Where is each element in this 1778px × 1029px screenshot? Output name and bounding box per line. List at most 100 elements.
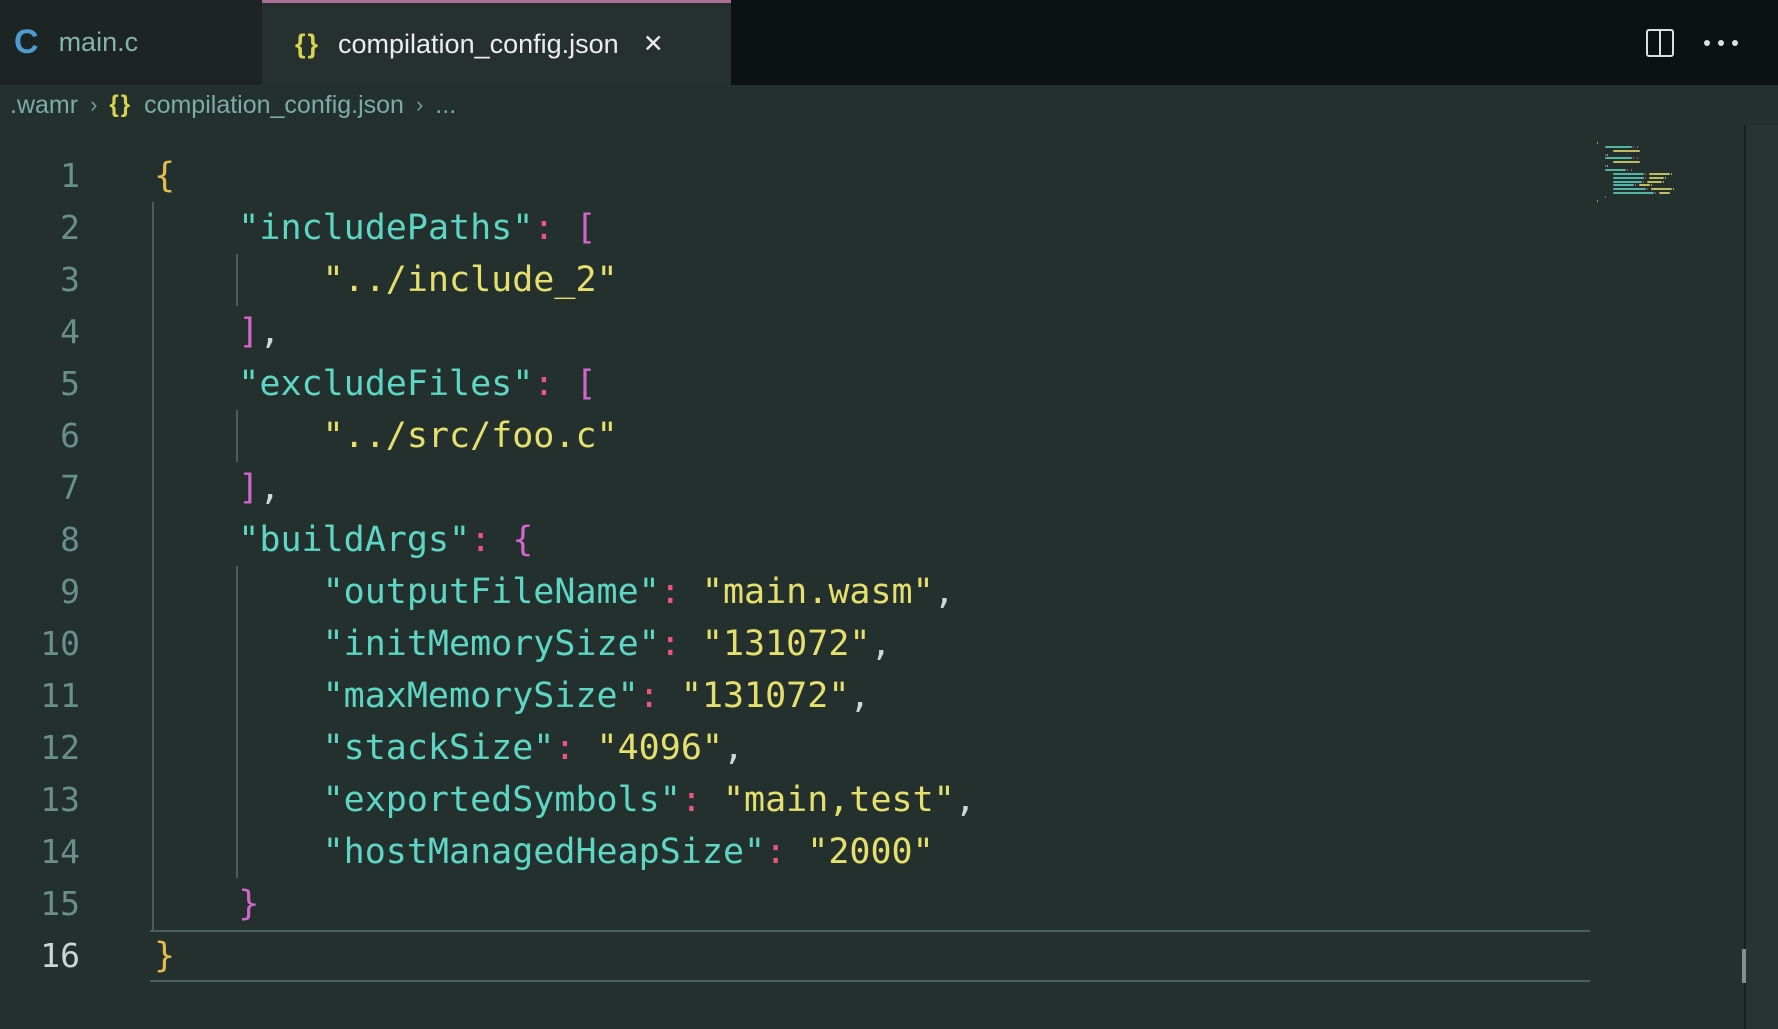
json-braces-icon: {}: [295, 29, 320, 60]
code-text[interactable]: "includePaths": [: [154, 202, 597, 254]
minimap-line: [1607, 154, 1608, 156]
code-text[interactable]: "../src/foo.c": [154, 410, 618, 462]
token-b2: ]: [238, 468, 259, 508]
token-ws: [681, 624, 702, 664]
code-line[interactable]: 1{: [0, 150, 1778, 202]
token-str: "../include_2": [323, 260, 618, 300]
code-line[interactable]: 7 ],: [0, 462, 1778, 514]
code-text[interactable]: ],: [154, 462, 280, 514]
minimap-line: [1637, 146, 1638, 148]
token-b2: }: [238, 884, 259, 924]
minimap-line: [1665, 177, 1666, 179]
minimap-line: [1639, 184, 1650, 186]
token-str: "131072": [681, 676, 850, 716]
code-line[interactable]: 11 "maxMemorySize": "131072",: [0, 670, 1778, 722]
minimap-line: [1671, 173, 1672, 175]
code-text[interactable]: "outputFileName": "main.wasm",: [154, 566, 955, 618]
minimap-line: [1631, 169, 1632, 171]
code-line[interactable]: 9 "outputFileName": "main.wasm",: [0, 566, 1778, 618]
token-pun: :: [660, 624, 681, 664]
code-line[interactable]: 16}: [0, 930, 1778, 982]
code-text[interactable]: ],: [154, 306, 280, 358]
code-line[interactable]: 8 "buildArgs": {: [0, 514, 1778, 566]
code-line[interactable]: 12 "stackSize": "4096",: [0, 722, 1778, 774]
token-key: "excludeFiles": [238, 364, 533, 404]
token-ws: [154, 312, 238, 352]
token-ws: [154, 832, 323, 872]
minimap-line: [1651, 188, 1672, 190]
code-text[interactable]: "stackSize": "4096",: [154, 722, 744, 774]
code-text[interactable]: {: [154, 150, 175, 202]
tab-main-c[interactable]: C main.c: [0, 0, 262, 85]
tab-label: main.c: [59, 27, 139, 58]
token-com: ,: [259, 312, 280, 352]
line-number: 7: [0, 462, 80, 514]
code-line[interactable]: 6 "../src/foo.c": [0, 410, 1778, 462]
split-editor-icon[interactable]: [1646, 29, 1674, 57]
scrollbar-gutter[interactable]: [1746, 125, 1778, 1029]
token-com: ,: [259, 468, 280, 508]
line-number: 5: [0, 358, 80, 410]
token-pun: :: [554, 728, 575, 768]
token-b1: }: [154, 936, 175, 976]
code-text[interactable]: "exportedSymbols": "main,test",: [154, 774, 976, 826]
code-text[interactable]: }: [154, 878, 259, 930]
minimap-line: [1633, 157, 1634, 159]
minimap-line: [1649, 177, 1664, 179]
minimap-line: [1651, 184, 1652, 186]
code-text[interactable]: "hostManagedHeapSize": "2000": [154, 826, 934, 878]
more-actions-icon[interactable]: [1704, 40, 1738, 46]
token-ws: [154, 260, 323, 300]
code-line[interactable]: 2 "includePaths": [: [0, 202, 1778, 254]
code-line[interactable]: 3 "../include_2": [0, 254, 1778, 306]
token-str: "../src/foo.c": [323, 416, 618, 456]
breadcrumb-folder[interactable]: .wamr: [10, 91, 78, 120]
code-line[interactable]: 10 "initMemorySize": "131072",: [0, 618, 1778, 670]
minimap-line: [1605, 146, 1632, 148]
minimap-line: [1605, 169, 1626, 171]
token-com: ,: [723, 728, 744, 768]
token-com: ,: [849, 676, 870, 716]
code-line[interactable]: 13 "exportedSymbols": "main,test",: [0, 774, 1778, 826]
token-b2: [: [575, 364, 596, 404]
token-ws: [681, 572, 702, 612]
code-line[interactable]: 5 "excludeFiles": [: [0, 358, 1778, 410]
code-line[interactable]: 15 }: [0, 878, 1778, 930]
chevron-right-icon: ›: [90, 92, 97, 118]
token-pun: :: [681, 780, 702, 820]
code-line[interactable]: 4 ],: [0, 306, 1778, 358]
token-str: "main.wasm": [702, 572, 934, 612]
tab-compilation-config-json[interactable]: {} compilation_config.json ✕: [262, 0, 731, 85]
code-text[interactable]: }: [154, 930, 175, 982]
minimap-line: [1647, 181, 1662, 183]
token-key: "initMemorySize": [323, 624, 660, 664]
token-key: "exportedSymbols": [323, 780, 681, 820]
c-language-icon: C: [14, 23, 39, 62]
token-key: "outputFileName": [323, 572, 660, 612]
token-com: ,: [934, 572, 955, 612]
minimap-line: [1597, 200, 1598, 202]
minimap[interactable]: [1597, 125, 1744, 375]
token-ws: [154, 572, 323, 612]
tab-bar: C main.c {} compilation_config.json ✕: [0, 0, 1778, 85]
token-str: "131072": [702, 624, 871, 664]
line-number: 1: [0, 150, 80, 202]
breadcrumb-file[interactable]: compilation_config.json: [144, 91, 404, 120]
breadcrumb-symbol[interactable]: ...: [435, 91, 456, 120]
editor-pane[interactable]: 1{2 "includePaths": [3 "../include_2"4 ]…: [0, 125, 1778, 1029]
code-text[interactable]: "initMemorySize": "131072",: [154, 618, 892, 670]
minimap-line: [1597, 142, 1598, 144]
code-text[interactable]: "buildArgs": {: [154, 514, 533, 566]
minimap-line: [1613, 181, 1642, 183]
line-number: 11: [0, 670, 80, 722]
token-ws: [154, 884, 238, 924]
minimap-line: [1613, 184, 1634, 186]
code-line[interactable]: 14 "hostManagedHeapSize": "2000": [0, 826, 1778, 878]
code-text[interactable]: "maxMemorySize": "131072",: [154, 670, 870, 722]
token-b2: [: [575, 208, 596, 248]
code-text[interactable]: "../include_2": [154, 254, 618, 306]
token-str: "4096": [597, 728, 723, 768]
code-text[interactable]: "excludeFiles": [: [154, 358, 597, 410]
token-b1: {: [154, 156, 175, 196]
close-tab-icon[interactable]: ✕: [643, 29, 664, 59]
